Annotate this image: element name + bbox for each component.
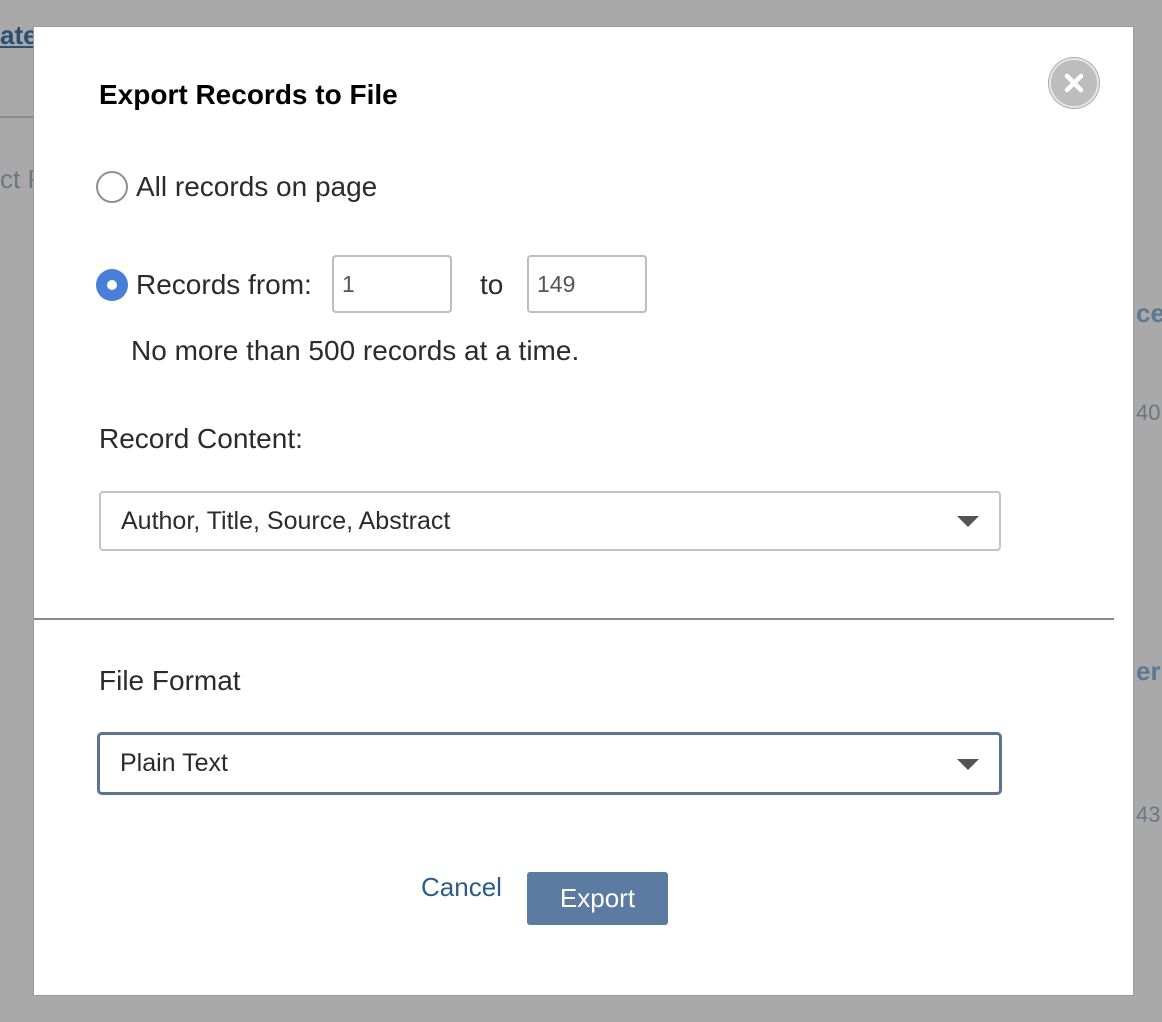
- radio-records-from[interactable]: Records from:: [96, 269, 312, 301]
- record-content-label: Record Content:: [99, 423, 303, 454]
- radio-records-from-circle[interactable]: [96, 269, 128, 301]
- background-text-fragment: 43: [1136, 802, 1161, 827]
- radio-records-from-label: Records from:: [136, 269, 312, 300]
- background-text-fragment: 40: [1136, 400, 1161, 425]
- records-limit-hint: No more than 500 records at a time.: [131, 335, 580, 366]
- export-records-dialog: Export Records to File All records on pa…: [33, 26, 1134, 996]
- close-x-icon: [1064, 73, 1084, 93]
- records-from-input[interactable]: [332, 255, 452, 313]
- file-format-selected-value: Plain Text: [120, 749, 228, 777]
- file-format-label: File Format: [99, 665, 241, 696]
- radio-all-records[interactable]: All records on page: [96, 171, 377, 203]
- to-label: to: [480, 269, 504, 300]
- file-format-select[interactable]: Plain Text: [97, 732, 1002, 795]
- background-text-fragment: er: [1136, 656, 1161, 686]
- close-button[interactable]: [1049, 58, 1099, 108]
- background-divider: [0, 116, 34, 118]
- records-to-input[interactable]: [527, 255, 647, 313]
- dialog-title: Export Records to File: [99, 79, 398, 110]
- radio-all-records-circle[interactable]: [96, 171, 128, 203]
- section-divider: [34, 618, 1114, 620]
- export-button[interactable]: Export: [527, 872, 668, 925]
- chevron-down-icon: [957, 516, 979, 527]
- background-text-fragment: ce: [1136, 298, 1162, 328]
- chevron-down-icon: [957, 758, 979, 770]
- record-content-selected-value: Author, Title, Source, Abstract: [121, 506, 451, 535]
- cancel-button[interactable]: Cancel: [421, 872, 502, 903]
- background-link-fragment: ate: [0, 20, 38, 50]
- record-content-select[interactable]: Author, Title, Source, Abstract: [99, 491, 1001, 551]
- radio-all-records-label: All records on page: [136, 171, 378, 202]
